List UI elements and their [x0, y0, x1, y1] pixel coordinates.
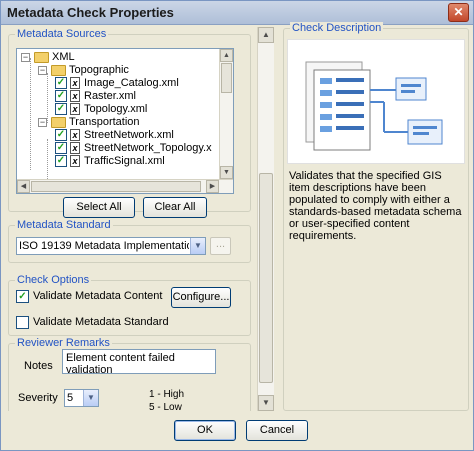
- collapse-toggle-icon[interactable]: −: [38, 66, 47, 75]
- tree-node-label: StreetNetwork.xml: [84, 129, 174, 141]
- severity-label: Severity: [18, 392, 58, 404]
- tree-node-checkbox[interactable]: ✓: [55, 103, 67, 115]
- checkmark-icon: ✓: [56, 142, 66, 153]
- validate-standard-checkbox[interactable]: [16, 316, 29, 329]
- validate-content-checkbox[interactable]: ✓: [16, 290, 29, 303]
- tree-node-label: XML: [52, 51, 75, 63]
- scroll-thumb[interactable]: [221, 63, 232, 93]
- folder-open-icon: [51, 65, 66, 76]
- arrow-down-icon[interactable]: ▼: [258, 395, 274, 411]
- arrow-left-icon[interactable]: ◀: [17, 180, 30, 193]
- xml-file-icon: x: [70, 90, 80, 102]
- window-title: Metadata Check Properties: [7, 5, 174, 20]
- checkmark-icon: ✓: [56, 103, 66, 114]
- tree-node-checkbox[interactable]: ✓: [55, 129, 67, 141]
- tree-vertical-scrollbar[interactable]: ▲ ▼: [219, 49, 233, 179]
- tree-file-node[interactable]: ✓ x StreetNetwork.xml: [17, 129, 217, 142]
- arrow-up-icon[interactable]: ▲: [220, 49, 233, 62]
- tree-node-checkbox[interactable]: ✓: [55, 77, 67, 89]
- folder-open-icon: [34, 52, 49, 63]
- tree-file-node[interactable]: ✓ x Topology.xml: [17, 103, 217, 116]
- validate-content-label[interactable]: Validate Metadata Content: [33, 290, 162, 302]
- arrow-right-icon[interactable]: ▶: [206, 180, 219, 193]
- metadata-sources-tree[interactable]: − XML − Topographic ✓ x Image_Catalog.xml ✓ x Ras…: [16, 48, 234, 194]
- tree-node-label: Raster.xml: [84, 90, 136, 102]
- severity-high-hint: 1 - High: [149, 389, 185, 400]
- chevron-down-icon[interactable]: ▼: [83, 390, 98, 406]
- left-settings-panel: Metadata Sources − XML − Topographic ✓ x Image…: [5, 27, 274, 411]
- metadata-check-properties-dialog: Metadata Check Properties ✕ Metadata Sou…: [0, 0, 474, 451]
- tree-node-checkbox[interactable]: ✓: [55, 142, 67, 154]
- check-description-label: Check Description: [290, 22, 384, 34]
- tree-node-label: Topographic: [69, 64, 129, 76]
- tree-folder-node[interactable]: − XML: [17, 51, 217, 64]
- tree-node-label: Transportation: [69, 116, 140, 128]
- reviewer-remarks-label: Reviewer Remarks: [15, 337, 112, 349]
- tree-node-checkbox[interactable]: ✓: [55, 90, 67, 102]
- tree-file-node[interactable]: ✓ x Image_Catalog.xml: [17, 77, 217, 90]
- title-bar[interactable]: Metadata Check Properties ✕: [1, 1, 473, 25]
- metadata-standard-browse-button: ...: [210, 237, 231, 255]
- notes-input[interactable]: Element content failed validation: [62, 349, 216, 376]
- severity-low-hint: 5 - Low: [149, 402, 182, 411]
- arrow-up-icon[interactable]: ▲: [258, 27, 274, 43]
- severity-value: 5: [67, 392, 74, 404]
- xml-file-icon: x: [70, 155, 80, 167]
- xml-file-icon: x: [70, 103, 80, 115]
- xml-file-icon: x: [70, 129, 80, 141]
- configure-button[interactable]: Configure...: [171, 287, 231, 308]
- collapse-toggle-icon[interactable]: −: [21, 53, 30, 62]
- severity-select[interactable]: 5 ▼: [64, 389, 99, 407]
- metadata-sources-group: Metadata Sources − XML − Topographic ✓ x Image…: [8, 28, 251, 218]
- checkmark-icon: ✓: [56, 129, 66, 140]
- xml-file-icon: x: [70, 142, 80, 154]
- check-description-text: Validates that the specified GIS item de…: [289, 170, 462, 242]
- checkmark-icon: ✓: [56, 77, 66, 88]
- tree-folder-node[interactable]: − Transportation: [17, 116, 217, 129]
- tree-node-label: TrafficSignal.xml: [84, 155, 165, 167]
- tree-node-label: Image_Catalog.xml: [84, 77, 179, 89]
- panel-vertical-scrollbar[interactable]: ▲ ▼: [257, 27, 274, 411]
- tree-file-node[interactable]: ✓ x Raster.xml: [17, 90, 217, 103]
- tree-node-label: Topology.xml: [84, 103, 148, 115]
- select-all-button[interactable]: Select All: [63, 197, 135, 218]
- tree-file-node[interactable]: ✓ x TrafficSignal.xml: [17, 155, 217, 168]
- close-button[interactable]: ✕: [448, 3, 469, 22]
- tree-node-checkbox[interactable]: ✓: [55, 155, 67, 167]
- tree-file-node[interactable]: ✓ x StreetNetwork_Topology.x: [17, 142, 217, 155]
- metadata-standard-group: Metadata Standard ISO 19139 Metadata Imp…: [8, 219, 251, 263]
- reviewer-remarks-group: Reviewer Remarks Notes Element content f…: [8, 337, 251, 411]
- validate-standard-label[interactable]: Validate Metadata Standard: [33, 316, 169, 328]
- metadata-sources-label: Metadata Sources: [15, 28, 109, 40]
- check-description-group: Check Description Validates that the spe…: [283, 22, 469, 411]
- ok-button[interactable]: OK: [174, 420, 236, 441]
- notes-label: Notes: [24, 360, 53, 372]
- checkmark-icon: ✓: [56, 90, 66, 101]
- cancel-button[interactable]: Cancel: [246, 420, 308, 441]
- folder-open-icon: [51, 117, 66, 128]
- check-options-group: Check Options ✓ Validate Metadata Conten…: [8, 274, 251, 336]
- metadata-document-icon: [305, 61, 443, 151]
- check-illustration: [287, 39, 465, 164]
- scroll-thumb[interactable]: [31, 181, 201, 192]
- xml-file-icon: x: [70, 77, 80, 89]
- tree-horizontal-scrollbar[interactable]: ◀ ▶: [17, 179, 233, 193]
- checkmark-icon: ✓: [56, 155, 66, 166]
- checkmark-icon: ✓: [18, 291, 27, 302]
- scroll-thumb[interactable]: [259, 173, 273, 383]
- tree-node-label: StreetNetwork_Topology.x: [84, 142, 212, 154]
- clear-all-button[interactable]: Clear All: [143, 197, 207, 218]
- collapse-toggle-icon[interactable]: −: [38, 118, 47, 127]
- metadata-standard-value: ISO 19139 Metadata Implementation Spec: [19, 240, 189, 252]
- chevron-down-icon[interactable]: ▼: [190, 238, 205, 254]
- metadata-standard-select[interactable]: ISO 19139 Metadata Implementation Spec ▼: [16, 237, 206, 255]
- metadata-standard-label: Metadata Standard: [15, 219, 113, 231]
- arrow-down-icon[interactable]: ▼: [220, 166, 233, 179]
- tree-folder-node[interactable]: − Topographic: [17, 64, 217, 77]
- check-options-label: Check Options: [15, 274, 92, 286]
